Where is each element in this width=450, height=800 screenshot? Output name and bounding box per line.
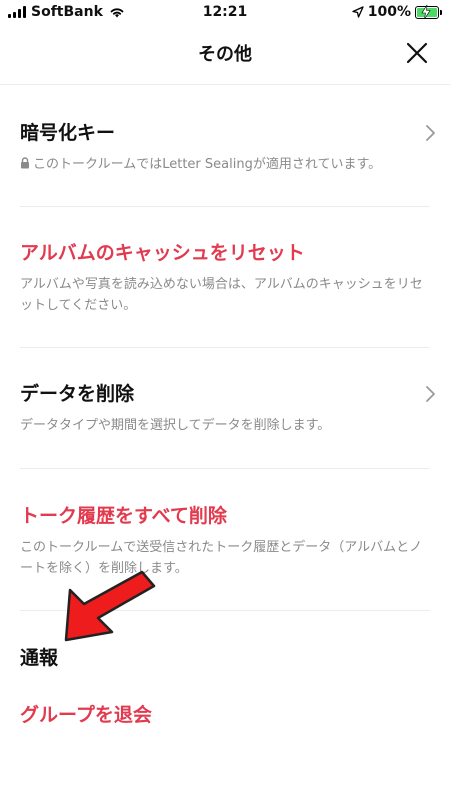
lock-icon [21,157,29,169]
annotation-arrow-icon [64,570,156,642]
menu-item-delete-data[interactable]: データを削除 データタイプや期間を選択してデータを削除します。 [20,381,435,436]
status-bar: SoftBank 12:21 100% [0,0,450,26]
status-right: 100% [352,4,442,20]
battery-icon [415,4,439,19]
menu-item-delete-chat-history[interactable]: トーク履歴をすべて削除 このトークルームで送受信されたトーク履歴とデータ（アルバ… [20,503,434,579]
encryption-key-description-text: このトークルームではLetter Sealingが適用されています。 [33,157,382,172]
nav-bar: その他 [0,26,450,82]
separator [20,347,430,348]
encryption-key-description: このトークルームではLetter Sealingが適用されています。 [20,154,434,175]
reset-album-cache-description: アルバムや写真を読み込めない場合は、アルバムのキャッシュをリセットしてください。 [20,277,423,313]
separator [20,206,430,207]
leave-group-title: グループを退会 [20,704,152,726]
delete-data-title: データを削除 [20,383,135,405]
page-title: その他 [198,44,252,65]
delete-chat-history-title: トーク履歴をすべて削除 [20,505,227,527]
chevron-right-icon [426,386,435,402]
location-icon [352,6,364,18]
menu-item-reset-album-cache[interactable]: アルバムのキャッシュをリセット アルバムや写真を読み込めない場合は、アルバムのキ… [20,240,434,316]
nav-divider [0,84,450,85]
delete-data-description: データタイプや期間を選択してデータを削除します。 [20,418,331,433]
battery-cap [440,9,442,15]
encryption-key-title: 暗号化キー [20,122,116,144]
screen: SoftBank 12:21 100% その他 暗号化キー このトークルームでは… [0,0,450,800]
separator [20,468,430,469]
menu-item-leave-group[interactable]: グループを退会 [20,702,434,728]
reset-album-cache-title: アルバムのキャッシュをリセット [20,242,305,264]
menu-item-encryption-key[interactable]: 暗号化キー このトークルームではLetter Sealingが適用されています。 [20,120,435,175]
battery-percent: 100% [367,4,411,20]
chevron-right-icon [426,125,435,141]
close-icon[interactable] [404,40,430,66]
